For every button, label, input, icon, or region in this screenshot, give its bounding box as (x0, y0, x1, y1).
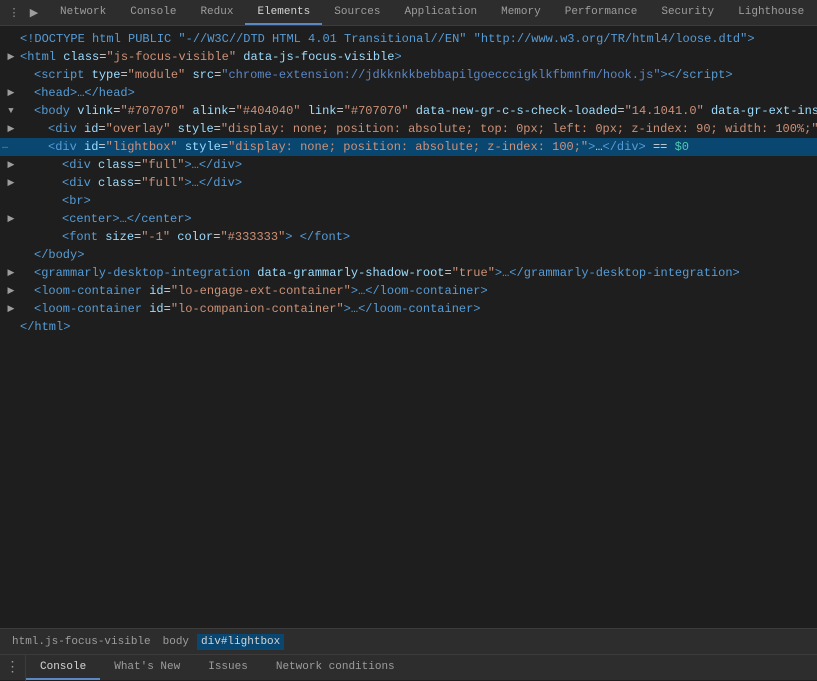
table-row[interactable]: </body> (0, 246, 817, 264)
tab-elements[interactable]: Elements (245, 0, 322, 25)
toggle-icon[interactable]: ▶ (6, 48, 16, 66)
tab-console[interactable]: Console (118, 0, 188, 25)
toggle-icon[interactable]: ▶ (6, 210, 16, 228)
table-row[interactable]: ▶ <grammarly-desktop-integration data-gr… (0, 264, 817, 282)
bottom-tab-network-conditions[interactable]: Network conditions (262, 655, 409, 680)
toggle-icon[interactable]: ▶ (6, 120, 16, 138)
tab-application[interactable]: Application (392, 0, 489, 25)
table-row[interactable]: <!DOCTYPE html PUBLIC "-//W3C//DTD HTML … (0, 30, 817, 48)
tab-lighthouse[interactable]: Lighthouse (726, 0, 816, 25)
breadcrumb-lightbox[interactable]: div#lightbox (197, 634, 284, 650)
tab-sources[interactable]: Sources (322, 0, 392, 25)
ellipsis-icon[interactable]: … (2, 138, 8, 156)
table-row[interactable]: ▶ <head>…</head> (0, 84, 817, 102)
bottom-menu-icon[interactable]: ⋮ (0, 655, 26, 681)
elements-panel: <!DOCTYPE html PUBLIC "-//W3C//DTD HTML … (0, 26, 817, 628)
breadcrumb-html[interactable]: html.js-focus-visible (8, 634, 155, 650)
toggle-icon[interactable]: ▶ (6, 264, 16, 282)
bottom-tab-issues[interactable]: Issues (194, 655, 262, 680)
tab-memory[interactable]: Memory (489, 0, 553, 25)
table-row[interactable]: <br> (0, 192, 817, 210)
table-row[interactable]: … <div id="lightbox" style="display: non… (0, 138, 817, 156)
top-tab-bar: ⋮ ▶ Network Console Redux Elements Sourc… (0, 0, 817, 26)
tab-network[interactable]: Network (48, 0, 118, 25)
table-row[interactable]: ▶ <div id="overlay" style="display: none… (0, 120, 817, 138)
toggle-icon[interactable]: ▼ (6, 102, 16, 120)
table-row[interactable]: ▶ <div class="full">…</div> (0, 174, 817, 192)
toggle-icon[interactable]: ▶ (6, 156, 16, 174)
table-row[interactable]: ▶ <center>…</center> (0, 210, 817, 228)
table-row[interactable]: </html> (0, 318, 817, 336)
tab-security[interactable]: Security (649, 0, 726, 25)
table-row[interactable]: ▶ <loom-container id="lo-engage-ext-cont… (0, 282, 817, 300)
bottom-tab-bar: ⋮ Console What's New Issues Network cond… (0, 654, 817, 680)
breadcrumb-body[interactable]: body (159, 634, 193, 650)
toggle-icon[interactable]: ▶ (6, 174, 16, 192)
tab-redux[interactable]: Redux (188, 0, 245, 25)
table-row[interactable]: ▶ <div class="full">…</div> (0, 156, 817, 174)
bottom-tab-whats-new[interactable]: What's New (100, 655, 194, 680)
inspect-icon[interactable]: ▶ (26, 5, 42, 21)
table-row[interactable]: ▼ <body vlink="#707070" alink="#404040" … (0, 102, 817, 120)
tab-performance[interactable]: Performance (553, 0, 650, 25)
table-row[interactable]: ▶ <loom-container id="lo-companion-conta… (0, 300, 817, 318)
toggle-icon[interactable]: ▶ (6, 84, 16, 102)
bottom-tab-console[interactable]: Console (26, 655, 100, 680)
breadcrumb: html.js-focus-visible body div#lightbox (0, 628, 817, 654)
tab-bar-icons: ⋮ ▶ (0, 5, 48, 21)
toggle-icon[interactable]: ▶ (6, 300, 16, 318)
devtools-menu-icon[interactable]: ⋮ (6, 5, 22, 21)
table-row[interactable]: ▶ <html class="js-focus-visible" data-js… (0, 48, 817, 66)
table-row[interactable]: <font size="-1" color="#333333"> </font> (0, 228, 817, 246)
table-row[interactable]: <script type="module" src="chrome-extens… (0, 66, 817, 84)
toggle-icon[interactable]: ▶ (6, 282, 16, 300)
